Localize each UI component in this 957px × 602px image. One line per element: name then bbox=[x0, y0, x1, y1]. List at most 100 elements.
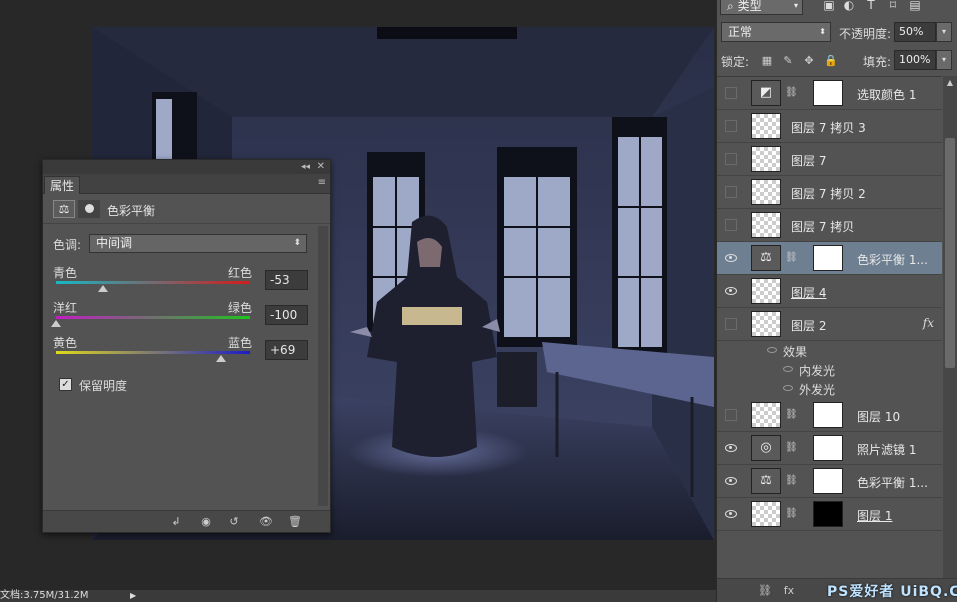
mask-icon[interactable] bbox=[78, 200, 100, 218]
layer-row[interactable]: ↲⛓图层 10 bbox=[717, 399, 942, 432]
eye-icon[interactable] bbox=[725, 219, 737, 231]
eye-icon[interactable] bbox=[724, 508, 738, 520]
eye-icon[interactable] bbox=[724, 475, 738, 487]
layer-name[interactable]: 图层 7 拷贝 bbox=[791, 218, 854, 235]
effect-item-row[interactable]: 内发光 bbox=[717, 360, 942, 379]
chain-link-icon[interactable]: ⛓ bbox=[785, 409, 798, 420]
close-icon[interactable]: ✕ bbox=[317, 160, 325, 174]
eye-icon[interactable] bbox=[725, 153, 737, 165]
eye-icon[interactable] bbox=[724, 252, 738, 264]
yellow-blue-thumb[interactable] bbox=[215, 355, 226, 362]
smart-object-filter-icon[interactable]: ▤ bbox=[907, 0, 923, 13]
layer-row[interactable]: 图层 7 bbox=[717, 143, 942, 176]
layer-mask-thumbnail[interactable] bbox=[813, 468, 843, 494]
layer-row[interactable]: 图层 4 bbox=[717, 275, 942, 308]
panel-menu-icon[interactable]: ≡ bbox=[318, 177, 326, 188]
layer-row[interactable]: ◩ ⛓ 选取颜色 1 bbox=[717, 77, 942, 110]
pixel-filter-icon[interactable]: ▣ bbox=[821, 0, 837, 13]
layer-mask-thumbnail[interactable] bbox=[813, 245, 843, 271]
effect-item-row[interactable]: 外发光 bbox=[717, 379, 942, 398]
layer-name[interactable]: 图层 10 bbox=[857, 408, 900, 425]
yellow-blue-value-field[interactable]: +69 bbox=[265, 340, 308, 360]
collapse-icon[interactable]: ◂◂ bbox=[301, 160, 310, 174]
eye-icon[interactable] bbox=[724, 442, 738, 454]
reset-icon[interactable]: ↺ bbox=[223, 514, 245, 530]
layer-mask-thumbnail[interactable] bbox=[813, 501, 843, 527]
cyan-red-track[interactable] bbox=[56, 281, 250, 284]
layer-row[interactable]: ↲◎⛓照片滤镜 1 bbox=[717, 432, 942, 465]
scroll-up-arrow-icon[interactable]: ▲ bbox=[945, 78, 955, 88]
layer-name[interactable]: 图层 7 拷贝 3 bbox=[791, 119, 866, 136]
chain-link-icon[interactable]: ⛓ bbox=[785, 475, 798, 486]
layers-scrollbar[interactable]: ▲ bbox=[943, 76, 957, 578]
layer-name[interactable]: 图层 2 bbox=[791, 317, 826, 334]
magenta-green-track[interactable] bbox=[56, 316, 250, 319]
layer-name[interactable]: 色彩平衡 1... bbox=[857, 251, 928, 268]
lock-all-icon[interactable]: 🔒 bbox=[823, 53, 839, 69]
eye-icon[interactable] bbox=[725, 87, 737, 99]
layer-row[interactable]: 图层 7 拷贝 bbox=[717, 209, 942, 242]
cyan-red-thumb[interactable] bbox=[97, 285, 108, 292]
layer-row[interactable]: 图层 7 拷贝 3 bbox=[717, 110, 942, 143]
clip-to-layer-icon[interactable]: ↲ bbox=[165, 514, 187, 530]
fx-icon[interactable]: fx bbox=[923, 316, 934, 330]
layer-list[interactable]: ◩⛓选取颜色 1图层 7 拷贝 3图层 7图层 7 拷贝 2图层 7 拷贝↲⚖⛓… bbox=[717, 76, 942, 578]
layer-row[interactable]: ↲⚖⛓色彩平衡 1... bbox=[717, 465, 942, 498]
view-previous-icon[interactable]: ◉ bbox=[195, 514, 217, 530]
lock-position-icon[interactable]: ✥ bbox=[801, 53, 817, 69]
cyan-red-value-field[interactable]: -53 bbox=[265, 270, 308, 290]
fill-dropdown-icon[interactable]: ▾ bbox=[936, 50, 952, 70]
layer-name[interactable]: 图层 7 拷贝 2 bbox=[791, 185, 866, 202]
type-filter-icon[interactable]: T bbox=[863, 0, 879, 13]
chain-link-icon[interactable]: ⛓ bbox=[785, 508, 798, 519]
layer-name[interactable]: 图层 1 bbox=[857, 507, 892, 524]
eye-icon[interactable] bbox=[725, 186, 737, 198]
filter-kind-select[interactable]: ⌕ 类型 ▾ bbox=[720, 0, 803, 15]
link-layers-icon[interactable]: ⛓ bbox=[755, 582, 775, 600]
layer-row[interactable]: 图层 7 拷贝 2 bbox=[717, 176, 942, 209]
magenta-green-value-field[interactable]: -100 bbox=[265, 305, 308, 325]
tone-select[interactable]: 中间调 ⬍ bbox=[89, 234, 307, 253]
properties-panel-titlebar[interactable]: ◂◂ ✕ bbox=[43, 160, 330, 174]
layer-name[interactable]: 色彩平衡 1... bbox=[857, 474, 928, 491]
visibility-icon[interactable]: 👁 bbox=[255, 514, 277, 530]
status-menu-arrow-icon[interactable]: ▶ bbox=[130, 590, 136, 602]
layer-mask-thumbnail[interactable] bbox=[813, 80, 843, 106]
lock-image-icon[interactable]: ✎ bbox=[780, 53, 796, 69]
opacity-field[interactable]: 50% bbox=[894, 22, 936, 42]
eye-icon[interactable] bbox=[724, 285, 738, 297]
layer-mask-thumbnail[interactable] bbox=[813, 435, 843, 461]
opacity-dropdown-icon[interactable]: ▾ bbox=[936, 22, 952, 42]
chain-link-icon[interactable]: ⛓ bbox=[785, 252, 798, 263]
eye-icon[interactable] bbox=[725, 318, 737, 330]
magenta-green-thumb[interactable] bbox=[51, 320, 61, 327]
layer-row[interactable]: ⛓ 图层 1 bbox=[717, 498, 942, 531]
layer-name[interactable]: 图层 7 bbox=[791, 152, 826, 169]
layer-row[interactable]: 图层 2 fx bbox=[717, 308, 942, 341]
tab-properties[interactable]: 属性 bbox=[44, 176, 80, 194]
layer-row[interactable]: ↲⚖⛓色彩平衡 1... bbox=[717, 242, 942, 275]
eye-icon[interactable] bbox=[783, 366, 793, 372]
eye-icon[interactable] bbox=[767, 347, 777, 353]
shape-filter-icon[interactable]: ⌑ bbox=[885, 0, 901, 13]
layer-name[interactable]: 图层 4 bbox=[791, 284, 826, 301]
preserve-luminosity-checkbox[interactable]: ✓ bbox=[59, 378, 72, 391]
layer-name[interactable]: 照片滤镜 1 bbox=[857, 441, 916, 458]
layer-mask-thumbnail[interactable] bbox=[813, 402, 843, 428]
trash-icon[interactable]: 🗑 bbox=[284, 514, 306, 530]
color-balance-icon[interactable]: ⚖ bbox=[53, 200, 75, 218]
fill-field[interactable]: 100% bbox=[894, 50, 936, 70]
effects-header-row[interactable]: 效果 bbox=[717, 341, 942, 360]
layer-name[interactable]: 选取颜色 1 bbox=[857, 86, 916, 103]
properties-scrollbar[interactable] bbox=[318, 226, 328, 506]
lock-transparent-icon[interactable]: ▦ bbox=[759, 53, 775, 69]
add-layer-style-icon[interactable]: fx bbox=[779, 582, 799, 600]
chain-link-icon[interactable]: ⛓ bbox=[785, 442, 798, 453]
eye-icon[interactable] bbox=[725, 409, 737, 421]
eye-icon[interactable] bbox=[783, 385, 793, 391]
eye-icon[interactable] bbox=[725, 120, 737, 132]
layers-scroll-thumb[interactable] bbox=[945, 138, 955, 368]
chain-link-icon[interactable]: ⛓ bbox=[785, 87, 798, 98]
yellow-blue-track[interactable] bbox=[56, 351, 250, 354]
blend-mode-select[interactable]: 正常 ⬍ bbox=[721, 22, 831, 42]
